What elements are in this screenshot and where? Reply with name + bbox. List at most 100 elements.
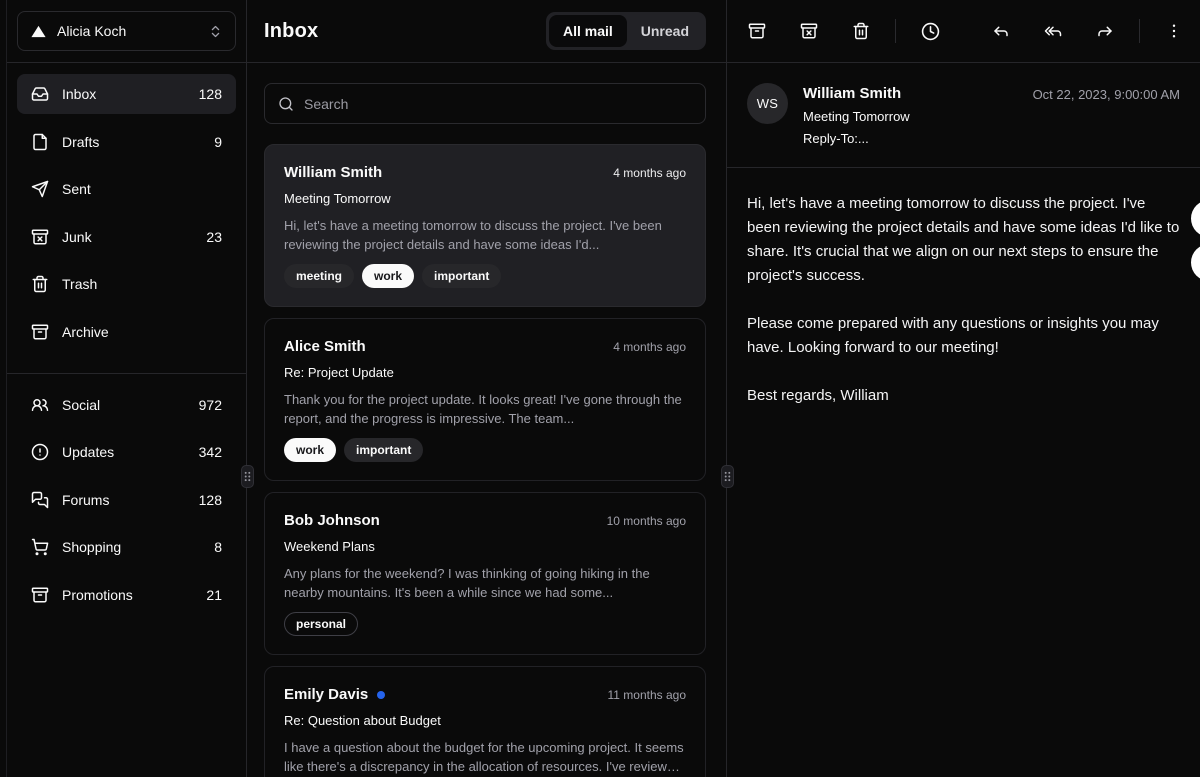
email-tags: personal (284, 612, 686, 636)
message-meta: William Smith Meeting Tomorrow Reply-To:… (803, 83, 910, 147)
sidebar-item-count: 342 (199, 444, 222, 460)
tab-unread[interactable]: Unread (628, 16, 702, 46)
chevrons-up-down-icon (208, 24, 223, 39)
archive-button[interactable] (739, 13, 775, 49)
sidebar-item-sent[interactable]: Sent (17, 169, 236, 209)
sidebar-item-label: Social (62, 397, 100, 413)
email-subject: Re: Question about Budget (284, 712, 686, 729)
sidebar-item-inbox[interactable]: Inbox 128 (17, 74, 236, 114)
snooze-button[interactable] (912, 13, 948, 49)
sidebar-item-label: Archive (62, 324, 109, 340)
archive-icon (31, 586, 49, 604)
tag-badge: important (344, 438, 423, 462)
mail-detail-panel: WS William Smith Meeting Tomorrow Reply-… (727, 0, 1200, 777)
panel-resize-handle-right[interactable] (721, 465, 734, 488)
sidebar-item-count: 8 (214, 539, 222, 555)
email-time: 11 months ago (608, 688, 687, 702)
message-sender: William Smith (803, 84, 910, 103)
sidebar-item-archive[interactable]: Archive (17, 312, 236, 352)
search-container (247, 63, 726, 124)
sidebar-item-count: 23 (206, 229, 222, 245)
email-subject: Re: Project Update (284, 364, 686, 381)
email-sender: Bob Johnson (284, 511, 380, 531)
sidebar-item-label: Drafts (62, 134, 99, 150)
message-header: WS William Smith Meeting Tomorrow Reply-… (727, 63, 1200, 168)
mail-app: Alicia Koch Inbox 128 Drafts 9 (0, 0, 1200, 777)
email-time: 10 months ago (607, 514, 686, 528)
clock-icon (921, 22, 940, 41)
email-subject: Weekend Plans (284, 538, 686, 555)
sidebar-item-shopping[interactable]: Shopping 8 (17, 527, 236, 567)
send-icon (31, 180, 49, 198)
search-input[interactable] (304, 96, 692, 112)
archive-icon (748, 22, 766, 40)
messages-square-icon (31, 491, 49, 509)
sidebar-item-junk[interactable]: Junk 23 (17, 217, 236, 257)
tag-badge: work (284, 438, 336, 462)
sidebar-item-label: Promotions (62, 587, 133, 603)
message-subject: Meeting Tomorrow (803, 108, 910, 125)
email-snippet: Thank you for the project update. It loo… (284, 390, 686, 428)
account-name: Alicia Koch (57, 23, 126, 39)
email-subject: Meeting Tomorrow (284, 190, 686, 207)
triangle-logo-icon (30, 23, 47, 40)
archive-x-icon (31, 228, 49, 246)
search-box (264, 83, 706, 124)
email-tags: work important (284, 438, 686, 462)
reply-button[interactable] (983, 13, 1019, 49)
mail-list-header: Inbox All mail Unread (247, 0, 726, 63)
sidebar: Alicia Koch Inbox 128 Drafts 9 (7, 0, 247, 777)
inbox-icon (31, 85, 49, 103)
email-snippet: Hi, let's have a meeting tomorrow to dis… (284, 216, 686, 254)
page-title: Inbox (264, 20, 318, 43)
trash-icon (852, 22, 870, 40)
collapsed-panel-rail (0, 0, 7, 777)
panel-resize-handle-left[interactable] (241, 465, 254, 488)
more-options-button[interactable] (1156, 13, 1192, 49)
tag-badge: important (422, 264, 501, 288)
archive-icon (31, 323, 49, 341)
sidebar-nav-secondary: Social 972 Updates 342 Forums 128 (7, 374, 246, 626)
sidebar-item-label: Inbox (62, 86, 96, 102)
sidebar-item-count: 128 (199, 492, 222, 508)
search-icon (278, 96, 294, 112)
mail-list-panel: Inbox All mail Unread William Smith 4 mo… (247, 0, 727, 777)
archive-x-icon (800, 22, 818, 40)
move-to-junk-button[interactable] (791, 13, 827, 49)
delete-button[interactable] (843, 13, 879, 49)
toolbar-separator (1139, 19, 1140, 43)
sidebar-header: Alicia Koch (7, 0, 246, 63)
email-list-item-alice[interactable]: Alice Smith 4 months ago Re: Project Upd… (264, 318, 706, 481)
message-date: Oct 22, 2023, 9:00:00 AM (1033, 83, 1180, 105)
email-list-item-william[interactable]: William Smith 4 months ago Meeting Tomor… (264, 144, 706, 307)
forward-button[interactable] (1087, 13, 1123, 49)
sidebar-nav-primary: Inbox 128 Drafts 9 Sent (7, 63, 246, 363)
alert-circle-icon (31, 443, 49, 461)
tab-all-mail[interactable]: All mail (550, 16, 626, 46)
message-reply-to: Reply-To:... (803, 130, 910, 147)
sidebar-item-social[interactable]: Social 972 (17, 385, 236, 425)
message-body: Hi, let's have a meeting tomorrow to dis… (727, 168, 1200, 432)
reply-all-button[interactable] (1035, 13, 1071, 49)
account-switcher[interactable]: Alicia Koch (17, 11, 236, 51)
email-time: 4 months ago (613, 166, 686, 180)
sidebar-item-updates[interactable]: Updates 342 (17, 432, 236, 472)
sidebar-item-label: Sent (62, 181, 91, 197)
reply-all-icon (1044, 22, 1062, 40)
sidebar-item-count: 9 (214, 134, 222, 150)
sidebar-item-forums[interactable]: Forums 128 (17, 480, 236, 520)
toolbar-right-group (983, 13, 1192, 49)
email-time: 4 months ago (613, 340, 686, 354)
sidebar-item-promotions[interactable]: Promotions 21 (17, 575, 236, 615)
sidebar-item-count: 972 (199, 397, 222, 413)
tag-badge: personal (284, 612, 358, 636)
sidebar-item-trash[interactable]: Trash (17, 264, 236, 304)
sidebar-item-label: Trash (62, 276, 97, 292)
mail-toolbar (727, 0, 1200, 63)
email-snippet: I have a question about the budget for t… (284, 738, 686, 776)
sidebar-item-drafts[interactable]: Drafts 9 (17, 122, 236, 162)
email-sender: William Smith (284, 163, 382, 183)
email-list-item-bob[interactable]: Bob Johnson 10 months ago Weekend Plans … (264, 492, 706, 655)
forward-icon (1096, 22, 1114, 40)
email-list-item-emily[interactable]: Emily Davis 11 months ago Re: Question a… (264, 666, 706, 777)
